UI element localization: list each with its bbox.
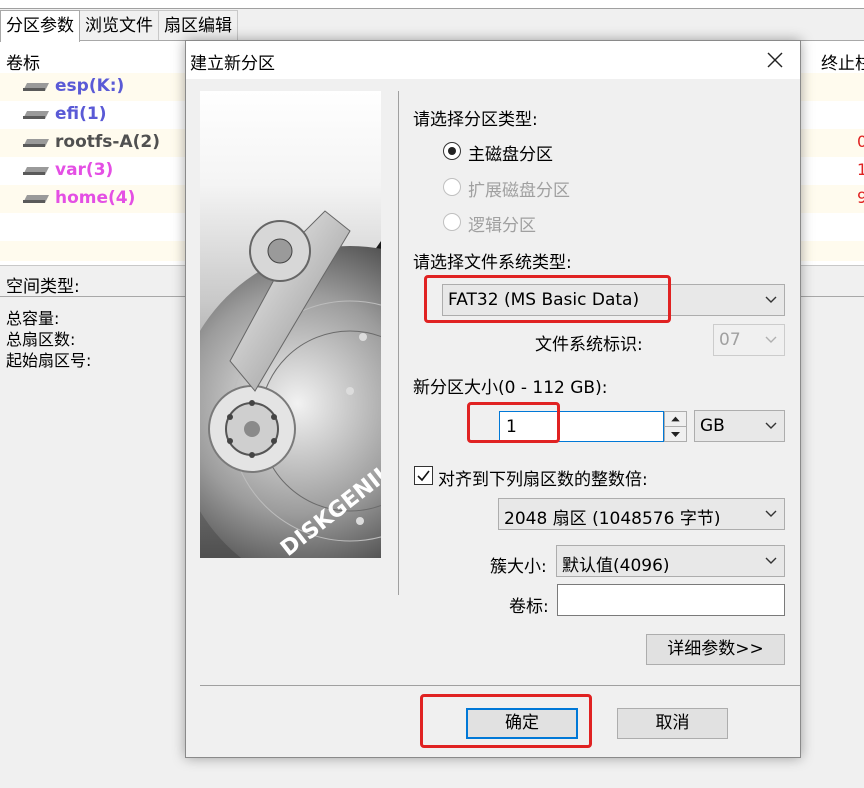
radio-selected-dot [448, 147, 456, 155]
close-icon[interactable] [764, 49, 786, 71]
column-volume-label[interactable]: 卷标 [6, 49, 40, 74]
checkmark-icon [417, 470, 430, 482]
volume-name: esp(K:) [55, 76, 125, 96]
chevron-down-icon [765, 510, 777, 517]
ok-button[interactable]: 确定 [466, 708, 578, 739]
fs-type-label: 请选择文件系统类型: [413, 253, 572, 273]
tab-partition-params[interactable]: 分区参数 [0, 10, 80, 42]
hard-drive-illustration: DISKGENIUS [200, 210, 381, 558]
tab-strip: 分区参数 浏览文件 扇区编辑 [0, 10, 238, 42]
fs-id-label: 文件系统标识: [535, 335, 643, 355]
dialog-title: 建立新分区 [190, 54, 275, 74]
disk-icon [23, 167, 49, 175]
column-end-cylinder[interactable]: 终止柱 [821, 49, 864, 74]
volume-name: efi(1) [55, 104, 107, 124]
partition-type-label: 请选择分区类型: [413, 110, 538, 130]
volume-name: rootfs-A(2) [55, 132, 160, 152]
vertical-separator [398, 91, 399, 595]
fs-type-value: FAT32 (MS Basic Data) [448, 290, 640, 310]
size-unit-select[interactable]: GB [694, 410, 785, 442]
radio-extended-label[interactable]: 扩展磁盘分区 [468, 176, 570, 201]
radio-extended-partition[interactable] [443, 178, 461, 196]
window-top-border [0, 0, 864, 9]
volume-name: home(4) [55, 188, 136, 208]
chevron-down-icon [765, 422, 777, 429]
fs-id-value: 07 [719, 330, 741, 350]
partition-size-value: 1 [506, 417, 517, 437]
align-sectors-value: 2048 扇区 (1048576 字节) [504, 509, 721, 529]
dialog-titlebar[interactable]: 建立新分区 [186, 41, 800, 79]
spin-up-arrow-icon[interactable] [665, 412, 686, 427]
diskgenius-hard-drive-image: DISKGENIUS [200, 91, 381, 558]
partition-size-input[interactable]: 1 [499, 411, 664, 442]
cluster-size-label: 簇大小: [490, 557, 547, 577]
spin-down-arrow-icon[interactable] [665, 427, 686, 442]
advanced-params-button[interactable]: 详细参数>> [646, 634, 785, 665]
align-checkbox[interactable] [414, 466, 433, 485]
disk-icon [23, 195, 49, 203]
end-value: 0 [857, 132, 864, 151]
cluster-size-value: 默认值(4096) [562, 556, 670, 576]
chevron-down-icon [765, 336, 777, 343]
radio-primary-partition[interactable] [443, 142, 461, 160]
disk-icon [23, 139, 49, 147]
tab-browse-files[interactable]: 浏览文件 [79, 10, 159, 40]
fs-type-select[interactable]: FAT32 (MS Basic Data) [442, 284, 785, 316]
volume-label-label: 卷标: [509, 597, 549, 617]
volume-name: var(3) [55, 160, 114, 180]
size-spinner[interactable] [664, 411, 687, 442]
cluster-size-select[interactable]: 默认值(4096) [556, 545, 785, 577]
partition-size-label: 新分区大小(0 - 112 GB): [413, 378, 608, 398]
volume-label-input[interactable] [557, 584, 785, 616]
new-partition-dialog: 建立新分区 DISKGENIUS 请选择分区类型: 主磁盘分区 扩展磁盘分区 逻… [185, 40, 801, 758]
size-unit-value: GB [700, 416, 725, 436]
disk-icon [23, 83, 49, 91]
align-sectors-select[interactable]: 2048 扇区 (1048576 字节) [498, 498, 785, 530]
radio-primary-label[interactable]: 主磁盘分区 [468, 140, 553, 165]
space-type-label: 空间类型: [6, 277, 80, 297]
align-label[interactable]: 对齐到下列扇区数的整数倍: [438, 465, 648, 490]
cancel-button[interactable]: 取消 [617, 708, 728, 739]
start-sector-label: 起始扇区号: [6, 351, 92, 370]
fs-id-select[interactable]: 07 [713, 324, 785, 356]
chevron-down-icon [765, 557, 777, 564]
radio-logical-label[interactable]: 逻辑分区 [468, 211, 536, 236]
end-value: 9 [857, 188, 864, 207]
disk-icon [23, 111, 49, 119]
bottom-divider [200, 685, 800, 686]
chevron-down-icon [765, 296, 777, 303]
end-value: 1 [857, 160, 864, 179]
tab-sector-editor[interactable]: 扇区编辑 [158, 10, 238, 40]
radio-logical-partition[interactable] [443, 213, 461, 231]
